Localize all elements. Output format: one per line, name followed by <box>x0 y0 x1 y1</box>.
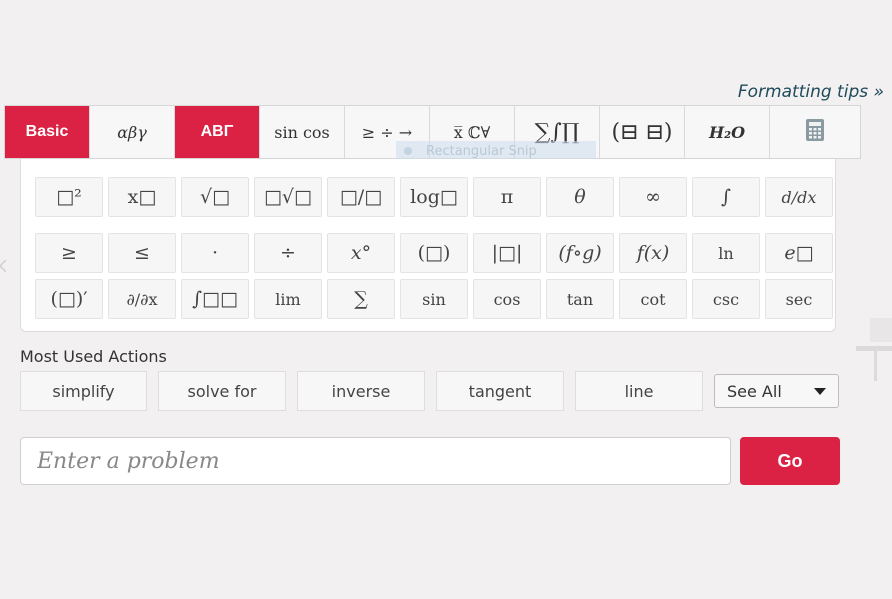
keypad-row-2: ≥ ≤ · ÷ x° (□) |□| (f∘g) f(x) ln e□ <box>35 233 833 273</box>
action-solve-for-button[interactable]: solve for <box>158 371 286 411</box>
tab-matrix[interactable]: (⊟ ⊟) <box>600 106 685 158</box>
key-definite-integral[interactable]: ∫□□ <box>181 279 249 319</box>
key-lim[interactable]: lim <box>254 279 322 319</box>
key-sin[interactable]: sin <box>400 279 468 319</box>
chevron-down-icon <box>814 387 826 395</box>
most-used-actions-label: Most Used Actions <box>20 347 167 366</box>
key-derivative[interactable]: d/dx <box>765 177 833 217</box>
key-power[interactable]: x□ <box>108 177 176 217</box>
tab-basic[interactable]: Basic <box>5 106 90 158</box>
tab-greek-lower[interactable]: αβγ <box>90 106 175 158</box>
key-divide[interactable]: ÷ <box>254 233 322 273</box>
key-sec[interactable]: sec <box>765 279 833 319</box>
key-fraction[interactable]: □/□ <box>327 177 395 217</box>
action-simplify-button[interactable]: simplify <box>20 371 147 411</box>
snip-dot-icon <box>404 147 412 155</box>
key-infinity[interactable]: ∞ <box>619 177 687 217</box>
key-square[interactable]: □² <box>35 177 103 217</box>
go-button[interactable]: Go <box>740 437 840 485</box>
key-cot[interactable]: cot <box>619 279 687 319</box>
action-tangent-button[interactable]: tangent <box>436 371 564 411</box>
key-theta[interactable]: θ <box>546 177 614 217</box>
key-prime[interactable]: (□)′ <box>35 279 103 319</box>
snip-label: Rectangular Snip <box>426 143 537 159</box>
action-inverse-button[interactable]: inverse <box>297 371 425 411</box>
key-ln[interactable]: ln <box>692 233 760 273</box>
keypad-row-3: (□)′ ∂/∂x ∫□□ lim ∑ sin cos tan cot csc … <box>35 279 833 319</box>
tab-chemistry[interactable]: H₂O <box>685 106 770 158</box>
key-composition[interactable]: (f∘g) <box>546 233 614 273</box>
key-cdot[interactable]: · <box>181 233 249 273</box>
key-log[interactable]: log□ <box>400 177 468 217</box>
key-partial[interactable]: ∂/∂x <box>108 279 176 319</box>
tab-greek-upper[interactable]: ΑΒΓ <box>175 106 260 158</box>
see-all-label: See All <box>727 381 782 401</box>
problem-input[interactable] <box>20 437 731 485</box>
see-all-dropdown[interactable]: See All <box>714 374 839 408</box>
formatting-tips-link[interactable]: Formatting tips » <box>738 82 884 102</box>
table-illustration-icon <box>856 318 892 381</box>
key-tan[interactable]: tan <box>546 279 614 319</box>
rectangular-snip-overlay: Rectangular Snip <box>396 141 596 161</box>
key-exp[interactable]: e□ <box>765 233 833 273</box>
key-absolute[interactable]: |□| <box>473 233 541 273</box>
tab-calculator[interactable] <box>770 106 860 158</box>
keypad-row-1: □² x□ √□ □√□ □/□ log□ π θ ∞ ∫ d/dx <box>35 177 833 217</box>
action-line-button[interactable]: line <box>575 371 703 411</box>
decorative-arrow-icon <box>0 260 6 272</box>
key-integral[interactable]: ∫ <box>692 177 760 217</box>
keypad-panel: □² x□ √□ □√□ □/□ log□ π θ ∞ ∫ d/dx ≥ ≤ ·… <box>20 159 836 332</box>
key-function[interactable]: f(x) <box>619 233 687 273</box>
key-sum[interactable]: ∑ <box>327 279 395 319</box>
key-pi[interactable]: π <box>473 177 541 217</box>
key-parentheses[interactable]: (□) <box>400 233 468 273</box>
calculator-icon <box>805 118 825 146</box>
key-leq[interactable]: ≤ <box>108 233 176 273</box>
key-csc[interactable]: csc <box>692 279 760 319</box>
key-geq[interactable]: ≥ <box>35 233 103 273</box>
key-nth-root[interactable]: □√□ <box>254 177 322 217</box>
tab-trig[interactable]: sin cos <box>260 106 345 158</box>
key-sqrt[interactable]: √□ <box>181 177 249 217</box>
key-degree[interactable]: x° <box>327 233 395 273</box>
key-cos[interactable]: cos <box>473 279 541 319</box>
